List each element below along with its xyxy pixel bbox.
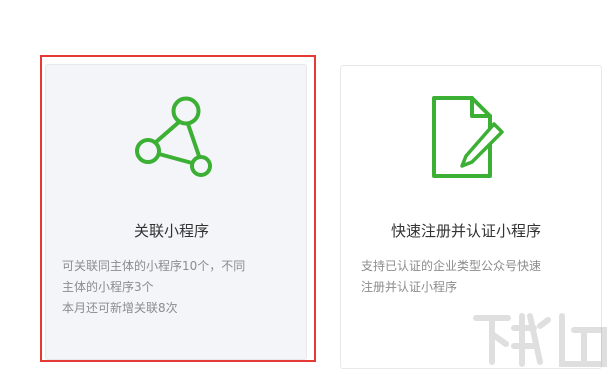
register-miniprogram-desc-line: 支持已认证的企业类型公众号快速 [361, 259, 542, 273]
network-nodes-icon [128, 92, 218, 182]
link-miniprogram-title: 关联小程序 [134, 222, 210, 240]
miniprogram-options: 关联小程序 可关联同主体的小程序10个，不同 主体的小程序3个 本月还可新增关联… [0, 0, 616, 374]
link-miniprogram-description: 可关联同主体的小程序10个，不同 主体的小程序3个 本月还可新增关联8次 [62, 256, 245, 319]
link-miniprogram-desc-line: 主体的小程序3个 [62, 280, 154, 294]
link-miniprogram-desc-line: 可关联同主体的小程序10个，不同 [62, 259, 246, 273]
register-miniprogram-title: 快速注册并认证小程序 [391, 222, 542, 240]
document-pencil-icon [428, 94, 508, 180]
register-miniprogram-description: 支持已认证的企业类型公众号快速 注册并认证小程序 [361, 256, 541, 298]
link-miniprogram-remaining-count: 本月还可新增关联8次 [62, 301, 178, 315]
register-miniprogram-desc-line: 注册并认证小程序 [361, 280, 458, 294]
